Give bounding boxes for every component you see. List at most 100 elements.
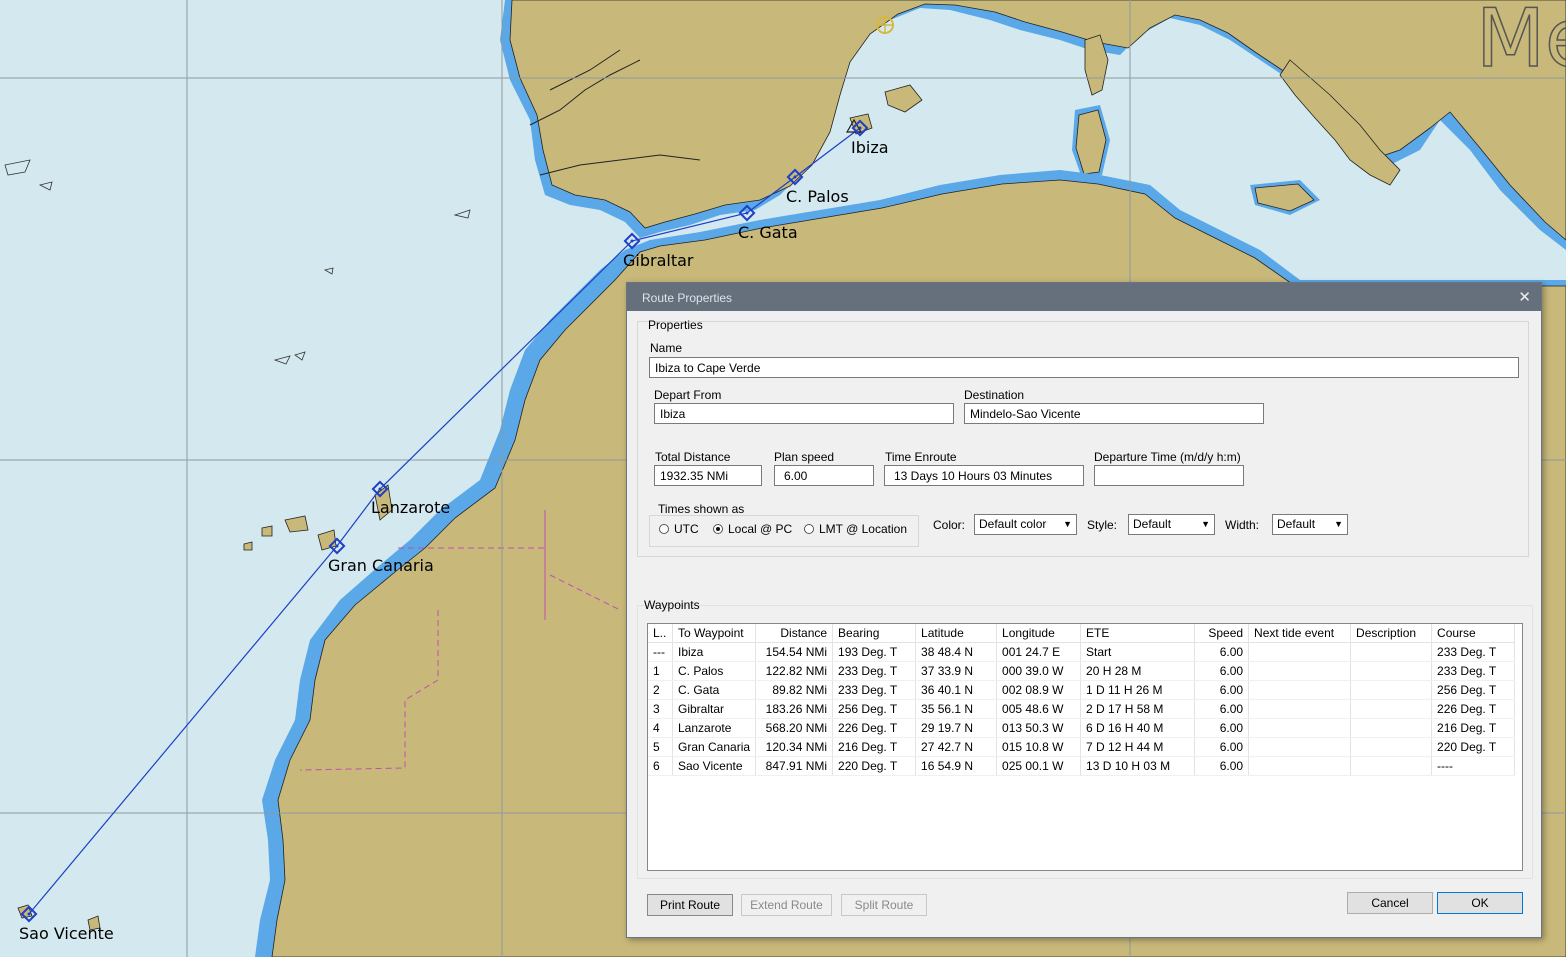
table-cell: [1350, 699, 1433, 719]
table-row[interactable]: 3 Gibraltar 183.26 NMi 256 Deg. T 35 56.1 N0…: [648, 699, 1516, 719]
column-header-longitude[interactable]: Longitude: [996, 624, 1082, 643]
cancel-button[interactable]: Cancel: [1347, 892, 1433, 914]
radio-local-pc[interactable]: Local @ PC: [713, 522, 792, 536]
column-header-leg[interactable]: L..: [648, 624, 673, 643]
column-header-next-tide-event[interactable]: Next tide event: [1248, 624, 1352, 643]
table-cell: 1: [648, 661, 673, 681]
chevron-down-icon: ▼: [1334, 519, 1343, 529]
table-cell: 015 10.8 W: [996, 737, 1082, 757]
radio-lmt-location-dot[interactable]: [804, 524, 814, 534]
table-cell: [1248, 737, 1352, 757]
table-row[interactable]: 5 Gran Canaria 120.34 NMi 216 Deg. T 27 42.7…: [648, 737, 1516, 757]
plan-speed-field[interactable]: 6.00: [774, 465, 874, 486]
color-select[interactable]: Default color ▼: [974, 514, 1077, 535]
table-cell: Gran Canaria: [672, 737, 757, 757]
table-cell: 013 50.3 W: [996, 718, 1082, 738]
ok-button[interactable]: OK: [1437, 892, 1523, 914]
departure-time-field[interactable]: [1094, 465, 1244, 486]
table-cell: 216 Deg. T: [1431, 718, 1516, 738]
table-cell: 233 Deg. T: [832, 680, 917, 700]
width-select-value: Default: [1277, 517, 1316, 531]
destination-field[interactable]: Mindelo-Sao Vicente: [964, 403, 1264, 424]
table-cell: 233 Deg. T: [832, 661, 917, 681]
style-label: Style:: [1087, 518, 1118, 532]
waypoint-label: Ibiza: [851, 138, 889, 157]
column-header-to-waypoint[interactable]: To Waypoint: [672, 624, 757, 643]
table-cell: 568.20 NMi: [755, 718, 834, 738]
table-cell: 16 54.9 N: [915, 756, 998, 776]
table-cell: Start: [1080, 642, 1196, 662]
table-cell: 256 Deg. T: [832, 699, 917, 719]
table-cell: 6.00: [1194, 661, 1250, 681]
waypoint-label: Lanzarote: [371, 498, 450, 517]
dialog-titlebar[interactable]: Route Properties ✕: [627, 283, 1541, 311]
table-cell: 38 48.4 N: [915, 642, 998, 662]
table-cell: 7 D 12 H 44 M: [1080, 737, 1196, 757]
table-cell: [1248, 718, 1352, 738]
table-cell: 27 42.7 N: [915, 737, 998, 757]
split-route-button[interactable]: Split Route: [841, 894, 927, 916]
table-cell: 233 Deg. T: [1431, 642, 1516, 662]
table-cell: 256 Deg. T: [1431, 680, 1516, 700]
column-header-bearing[interactable]: Bearing: [832, 624, 917, 643]
table-row[interactable]: 6 Sao Vicente 847.91 NMi 220 Deg. T 16 54.9 …: [648, 756, 1516, 776]
style-select[interactable]: Default ▼: [1128, 514, 1215, 535]
table-cell: 5: [648, 737, 673, 757]
table-cell: [1350, 642, 1433, 662]
table-cell: 6 D 16 H 40 M: [1080, 718, 1196, 738]
column-header-ete[interactable]: ETE: [1080, 624, 1196, 643]
column-header-description[interactable]: Description: [1350, 624, 1433, 643]
table-cell: 193 Deg. T: [832, 642, 917, 662]
column-header-latitude[interactable]: Latitude: [915, 624, 998, 643]
width-select[interactable]: Default ▼: [1272, 514, 1348, 535]
table-cell: 120.34 NMi: [755, 737, 834, 757]
table-cell: Lanzarote: [672, 718, 757, 738]
table-cell: 847.91 NMi: [755, 756, 834, 776]
table-cell: 3: [648, 699, 673, 719]
table-cell: C. Palos: [672, 661, 757, 681]
table-cell: 025 00.1 W: [996, 756, 1082, 776]
table-cell: 005 48.6 W: [996, 699, 1082, 719]
extend-route-button[interactable]: Extend Route: [741, 894, 832, 916]
table-cell: 226 Deg. T: [1431, 699, 1516, 719]
radio-lmt-location[interactable]: LMT @ Location: [804, 522, 907, 536]
table-cell: 37 33.9 N: [915, 661, 998, 681]
radio-utc-dot[interactable]: [659, 524, 669, 534]
column-header-speed[interactable]: Speed: [1194, 624, 1250, 643]
depart-from-label: Depart From: [654, 388, 722, 402]
table-row[interactable]: 2 C. Gata 89.82 NMi 233 Deg. T 36 40.1 N 002 …: [648, 680, 1516, 700]
table-cell: Sao Vicente: [672, 756, 757, 776]
waypoints-table[interactable]: L.. To Waypoint Distance Bearing Latitud…: [647, 623, 1523, 871]
table-cell: 226 Deg. T: [832, 718, 917, 738]
radio-utc[interactable]: UTC: [659, 522, 699, 536]
total-distance-field: 1932.35 NMi: [654, 465, 762, 486]
table-cell: [1350, 661, 1433, 681]
table-cell: C. Gata: [672, 680, 757, 700]
table-cell: [1350, 756, 1433, 776]
table-cell: 183.26 NMi: [755, 699, 834, 719]
table-cell: 13 D 10 H 03 M: [1080, 756, 1196, 776]
column-header-distance[interactable]: Distance: [755, 624, 834, 643]
table-cell: 2 D 17 H 58 M: [1080, 699, 1196, 719]
waypoint-label: Gibraltar: [623, 251, 694, 270]
table-cell: 1 D 11 H 26 M: [1080, 680, 1196, 700]
width-label: Width:: [1225, 518, 1260, 532]
close-icon[interactable]: ✕: [1518, 288, 1531, 306]
depart-from-field[interactable]: Ibiza: [654, 403, 954, 424]
print-route-button[interactable]: Print Route: [647, 894, 733, 916]
style-select-value: Default: [1133, 517, 1172, 531]
waypoints-group-label: Waypoints: [644, 598, 700, 612]
radio-local-pc-dot[interactable]: [713, 524, 723, 534]
table-row[interactable]: --- Ibiza 154.54 NMi 193 Deg. T 38 48.4 N 001…: [648, 642, 1516, 662]
table-cell: 4: [648, 718, 673, 738]
table-cell: [1350, 680, 1433, 700]
table-row[interactable]: 1 C. Palos 122.82 NMi 233 Deg. T 37 33.9 N 00…: [648, 661, 1516, 681]
properties-group-label: Properties: [648, 318, 703, 332]
table-cell: [1248, 661, 1352, 681]
time-enroute-field: 13 Days 10 Hours 03 Minutes: [884, 465, 1084, 486]
route-name-field[interactable]: Ibiza to Cape Verde: [649, 357, 1519, 378]
name-label: Name: [650, 341, 683, 355]
table-row[interactable]: 4 Lanzarote 568.20 NMi 226 Deg. T 29 19.7 N0…: [648, 718, 1516, 738]
column-header-course[interactable]: Course: [1431, 624, 1516, 643]
table-cell: 220 Deg. T: [832, 756, 917, 776]
